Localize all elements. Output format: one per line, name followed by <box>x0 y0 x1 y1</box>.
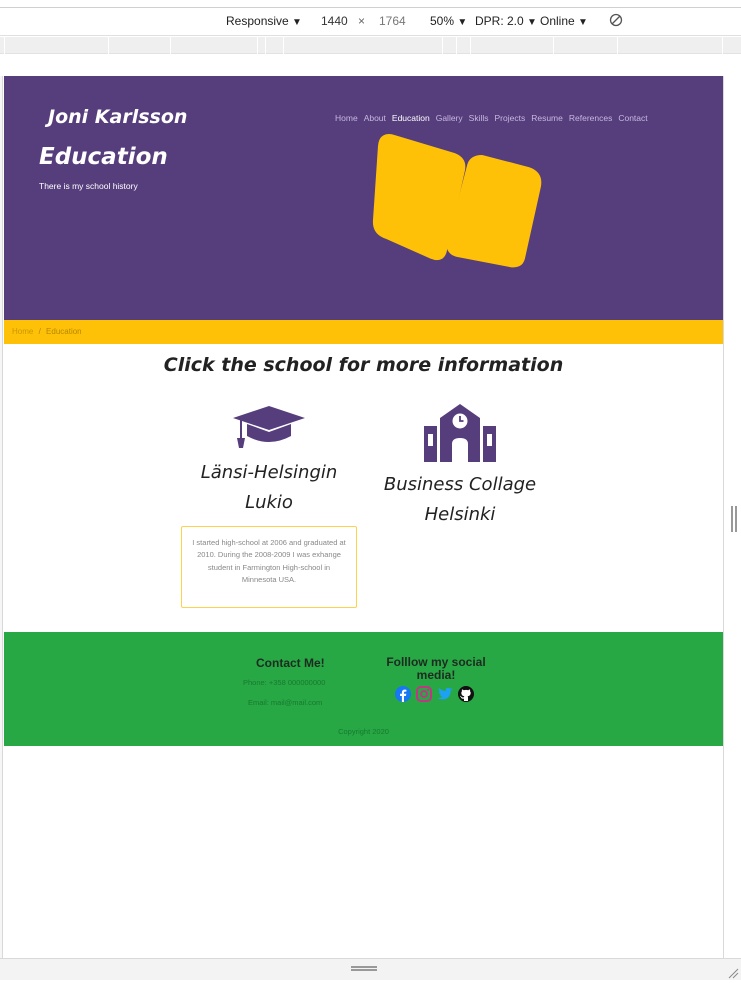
nav-item-about[interactable]: About <box>364 113 386 123</box>
zoom-label: 50% <box>430 14 455 28</box>
right-resize-handle[interactable] <box>731 506 737 532</box>
section-heading: Click the school for more information <box>163 354 564 376</box>
zoom-select[interactable]: 50% ▼ <box>430 14 467 28</box>
page-viewport: Joni Karlsson Home About Education Galle… <box>4 76 723 958</box>
open-book-icon <box>372 130 542 270</box>
school-name-line2: Helsinki <box>424 504 496 525</box>
dpr-label: DPR: 2.0 <box>475 14 524 28</box>
page-title: Education <box>39 144 168 170</box>
school-card-business-collage[interactable]: Business Collage Helsinki <box>370 404 550 530</box>
graduation-cap-icon <box>179 404 359 454</box>
school-name: Länsi-Helsingin Lukio <box>179 458 359 518</box>
device-mode-select[interactable]: Responsive ▼ <box>226 14 302 28</box>
chevron-down-icon: ▼ <box>527 17 537 28</box>
breadcrumb: Home / Education <box>4 320 723 344</box>
dimension-separator: × <box>358 14 366 28</box>
school-building-icon <box>370 404 550 466</box>
nav-item-gallery[interactable]: Gallery <box>436 113 463 123</box>
hero-header: Joni Karlsson Home About Education Galle… <box>4 76 723 320</box>
nav-item-projects[interactable]: Projects <box>495 113 526 123</box>
school-info-card: I started high-school at 2006 and gradua… <box>181 526 357 608</box>
school-name-line1: Business Collage <box>383 474 537 495</box>
social-links <box>395 686 474 702</box>
device-toolbar: Responsive ▼ 1440 × 1764 50% ▼ DPR: 2.0 … <box>0 8 741 36</box>
width-input[interactable]: 1440 <box>321 14 348 28</box>
brand-logo-link[interactable]: Joni Karlsson <box>48 106 187 128</box>
nav-item-home[interactable]: Home <box>335 113 358 123</box>
facebook-icon[interactable] <box>395 686 411 702</box>
corner-resize-icon[interactable] <box>727 964 739 979</box>
height-input[interactable]: 1764 <box>379 14 406 28</box>
breadcrumb-home-link[interactable]: Home <box>12 327 33 336</box>
site-footer: Contact Me! Phone: +358 000000000 Email:… <box>4 632 723 746</box>
nav-item-contact[interactable]: Contact <box>618 113 647 123</box>
throttle-label: Online <box>540 14 575 28</box>
bottom-resize-handle[interactable] <box>351 966 377 971</box>
main-nav: Home About Education Gallery Skills Proj… <box>335 113 648 123</box>
contact-title: Contact Me! <box>256 656 325 670</box>
nav-item-resume[interactable]: Resume <box>531 113 563 123</box>
devtools-gap <box>0 54 741 76</box>
nav-item-education[interactable]: Education <box>392 113 430 123</box>
nav-item-skills[interactable]: Skills <box>469 113 489 123</box>
breadcrumb-current: Education <box>46 327 82 336</box>
twitter-icon[interactable] <box>437 686 453 702</box>
contact-email: Email: mail@mail.com <box>248 698 323 707</box>
chevron-down-icon: ▼ <box>578 17 588 28</box>
device-mode-label: Responsive <box>226 14 289 28</box>
devtools-top-strip <box>0 0 741 8</box>
social-title: Folllow my social media! <box>386 655 486 682</box>
school-name-line2: Lukio <box>245 492 293 513</box>
nav-item-references[interactable]: References <box>569 113 612 123</box>
github-icon[interactable] <box>458 686 474 702</box>
viewport-left-edge <box>0 76 3 958</box>
instagram-icon[interactable] <box>416 686 432 702</box>
page-subtitle: There is my school history <box>39 181 138 191</box>
breadcrumb-separator: / <box>38 327 41 336</box>
school-name-line1: Länsi-Helsingin <box>200 462 338 483</box>
chevron-down-icon: ▼ <box>292 17 302 28</box>
throttle-select[interactable]: Online ▼ <box>540 14 588 28</box>
copyright: Copyright 2020 <box>338 727 389 736</box>
school-name: Business Collage Helsinki <box>370 470 550 530</box>
dpr-select[interactable]: DPR: 2.0 ▼ <box>475 14 537 28</box>
chevron-down-icon: ▼ <box>457 17 468 28</box>
media-query-ruler[interactable] <box>0 37 741 54</box>
rotate-disabled-icon[interactable] <box>609 13 623 30</box>
school-card-lansi-helsingin[interactable]: Länsi-Helsingin Lukio <box>179 404 359 518</box>
contact-phone: Phone: +358 000000000 <box>243 678 326 687</box>
